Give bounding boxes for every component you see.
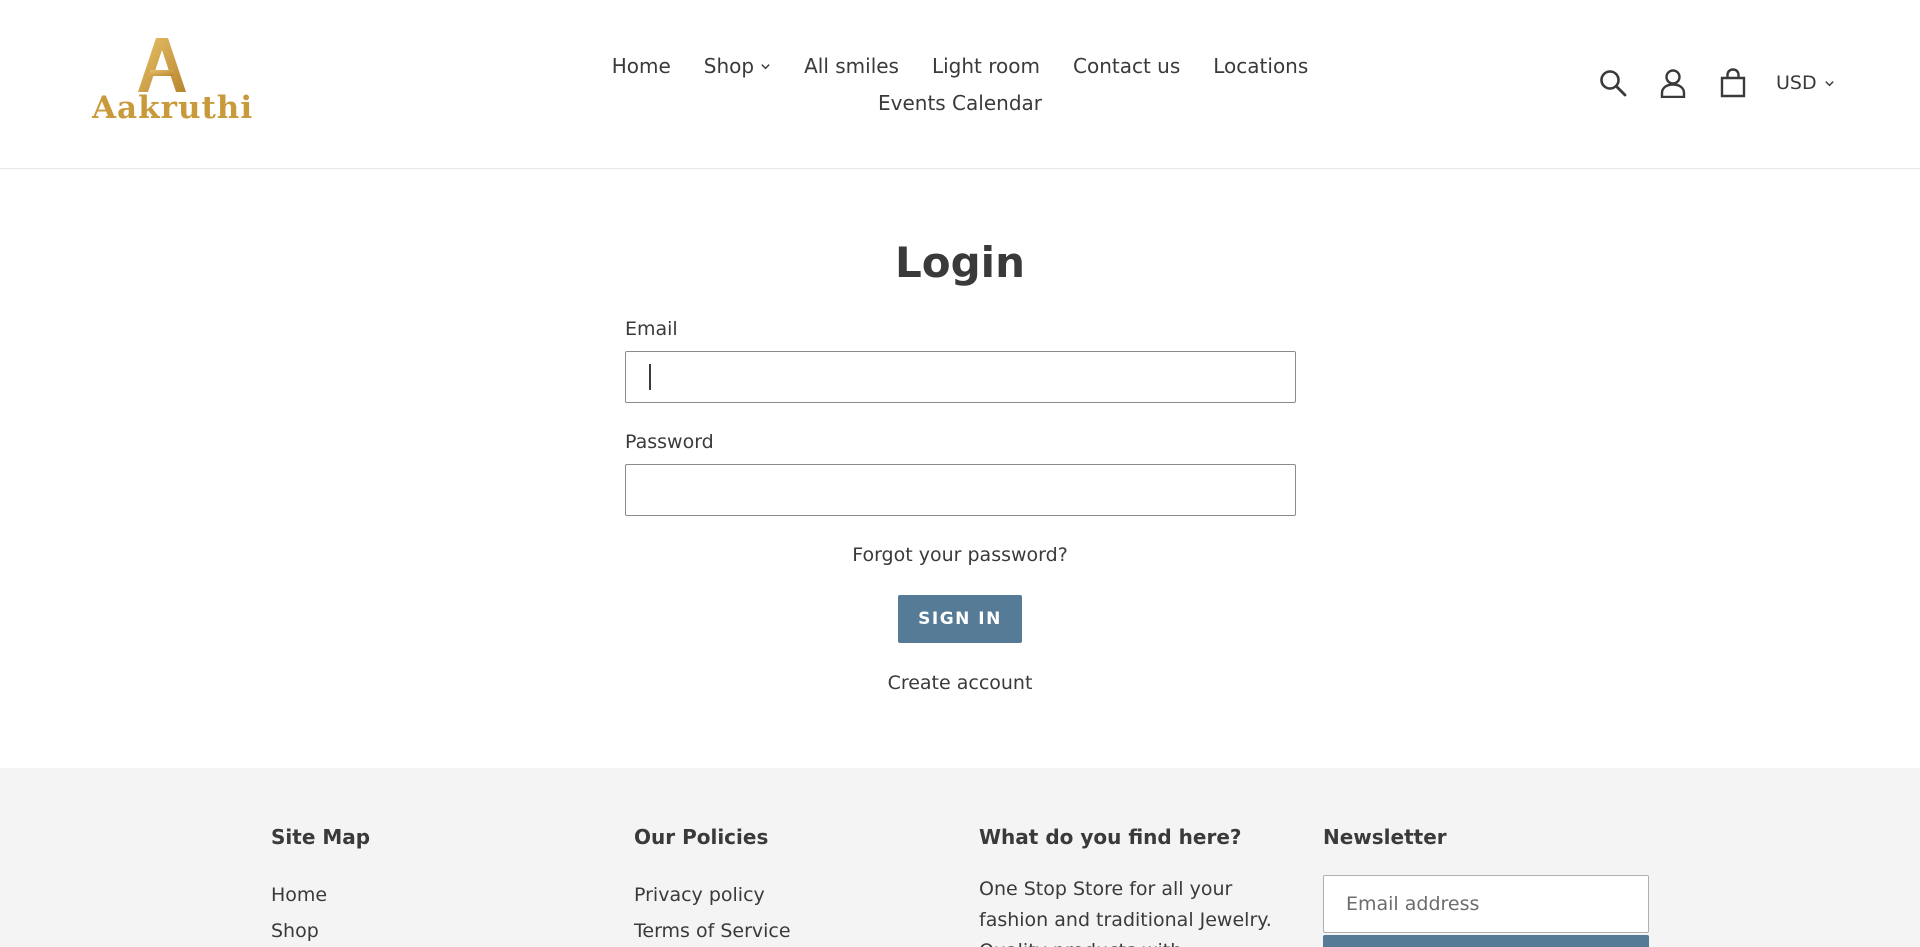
page-title: Login [895,238,1025,287]
header-actions: USD [1596,66,1835,100]
chevron-down-icon [1824,80,1834,86]
cart-icon[interactable] [1716,66,1750,100]
footer-heading: What do you find here? [979,825,1242,849]
nav-item-home[interactable]: Home [612,54,671,78]
footer-link-shop[interactable]: Shop [271,913,370,947]
footer-heading: Our Policies [634,825,769,849]
email-label: Email [625,318,678,340]
forgot-password-row: Forgot your password? [0,544,1920,566]
password-field[interactable] [625,464,1296,516]
nav-item-contact-us[interactable]: Contact us [1073,54,1180,78]
footer-newsletter: Newsletter [1323,825,1649,947]
nav-item-all-smiles[interactable]: All smiles [804,54,899,78]
chevron-down-icon [761,63,770,69]
footer-link-home[interactable]: Home [271,877,370,913]
forgot-password-link[interactable]: Forgot your password? [852,544,1068,566]
password-label: Password [625,431,714,453]
nav-item-label: Contact us [1073,54,1181,78]
currency-selector[interactable]: USD [1776,72,1835,94]
nav-item-shop[interactable]: Shop [704,54,771,78]
nav-item-label: Events Calendar [877,91,1042,115]
newsletter-subscribe-button[interactable] [1323,935,1649,947]
sign-in-button[interactable]: SIGN IN [898,595,1022,643]
nav-item-label: Shop [703,54,755,78]
footer-heading: Newsletter [1323,825,1447,849]
nav-item-label: Home [611,54,671,78]
create-account-row: Create account [0,672,1920,694]
nav-item-label: All smiles [804,54,899,78]
nav-row-secondary: Events Calendar [580,87,1340,119]
footer-about-text: One Stop Store for all your fashion and … [979,878,1272,947]
site-footer: Site Map Home Shop Our Policies Privacy … [0,768,1920,947]
search-icon[interactable] [1596,66,1630,100]
logo-mark-icon [138,38,186,92]
logo-text: Aakruthi [92,90,254,126]
brand-logo[interactable]: Aakruthi [92,38,254,128]
currency-value: USD [1776,72,1817,94]
email-field[interactable] [625,351,1296,403]
footer-link-privacy-policy[interactable]: Privacy policy [634,877,791,913]
nav-row-primary: Home Shop All smiles Light room Contact … [580,50,1340,82]
site-header: Aakruthi Home Shop All smiles Light room… [0,0,1920,169]
footer-about: What do you find here? One Stop Store fo… [979,825,1295,947]
account-icon[interactable] [1656,66,1690,100]
nav-item-locations[interactable]: Locations [1213,54,1308,78]
footer-heading: Site Map [271,825,371,849]
nav-item-events-calendar[interactable]: Events Calendar [878,91,1042,115]
newsletter-email-input[interactable] [1323,875,1649,933]
main-navigation: Home Shop All smiles Light room Contact … [580,50,1340,119]
footer-link-terms-of-service[interactable]: Terms of Service [634,913,791,947]
text-caret [649,364,651,390]
footer-site-map: Site Map Home Shop [271,825,370,947]
create-account-link[interactable]: Create account [888,672,1033,694]
nav-item-label: Locations [1213,54,1309,78]
nav-item-light-room[interactable]: Light room [932,54,1040,78]
nav-item-label: Light room [931,54,1040,78]
footer-policies: Our Policies Privacy policy Terms of Ser… [634,825,791,947]
